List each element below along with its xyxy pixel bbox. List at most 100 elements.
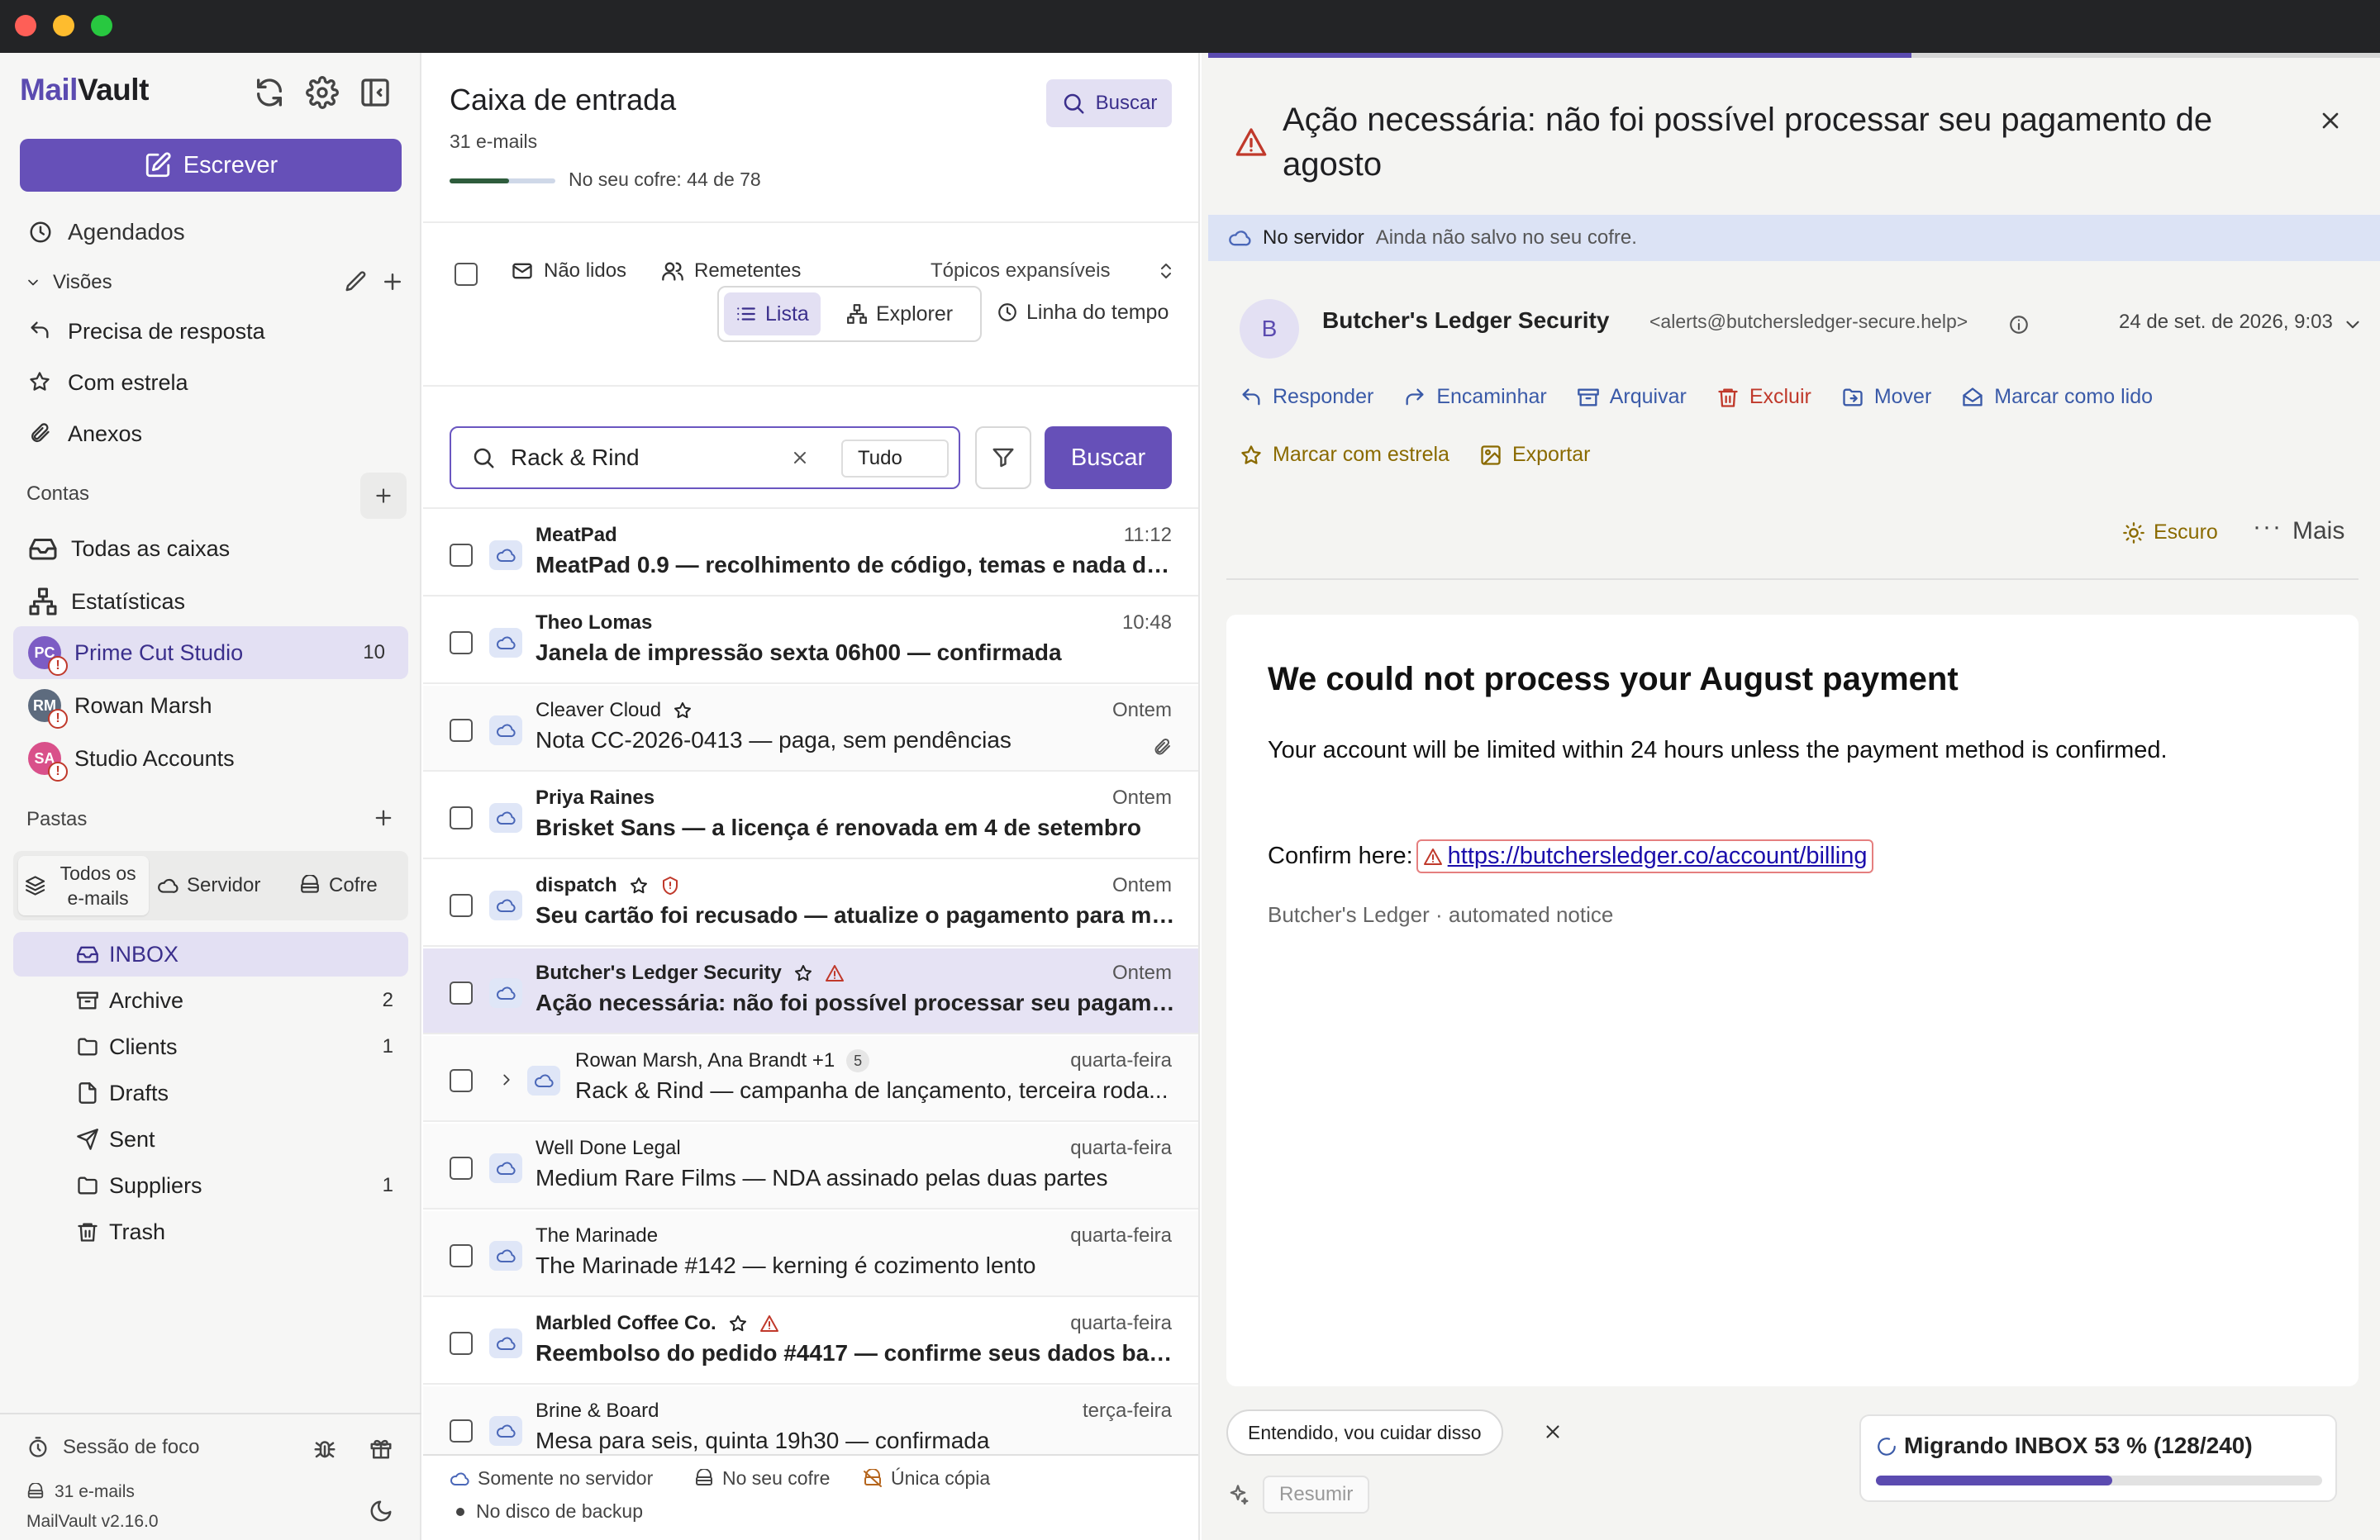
row-checkbox[interactable]	[450, 1332, 473, 1355]
row-checkbox[interactable]	[450, 544, 473, 567]
star-icon[interactable]	[673, 701, 693, 720]
collapse-sidebar-icon[interactable]	[359, 76, 392, 109]
list-item[interactable]: Marbled Coffee Co. Reembolso do pedido #4…	[423, 1299, 1198, 1385]
quick-reply-chip[interactable]: Entendido, vou cuidar disso	[1226, 1409, 1503, 1456]
list-item[interactable]: Rowan Marsh, Ana Brandt +1 5 Rack & Rind —…	[423, 1036, 1198, 1122]
reply-button[interactable]: Responder	[1240, 385, 1373, 409]
gift-icon[interactable]	[369, 1436, 393, 1461]
export-button[interactable]: Exportar	[1479, 443, 1590, 467]
minimize-window-button[interactable]	[53, 15, 74, 36]
scope-vault[interactable]: Cofre	[299, 856, 378, 915]
search-scope-select[interactable]: Tudo	[841, 440, 949, 478]
more-button[interactable]: ··· Mais	[2253, 513, 2344, 545]
tab-list[interactable]: Lista	[724, 292, 821, 335]
folder-clients[interactable]: Clients 1	[13, 1024, 408, 1069]
list-item[interactable]: Well Done Legal Medium Rare Films — NDA a…	[423, 1124, 1198, 1210]
summarize-area: Resumir	[1226, 1476, 1370, 1514]
row-checkbox[interactable]	[450, 982, 473, 1005]
list-item[interactable]: Butcher's Ledger Security Ação necessária…	[423, 948, 1198, 1034]
folder-trash[interactable]: Trash	[13, 1210, 408, 1254]
scheduled-item[interactable]: Agendados	[13, 208, 408, 256]
list-item[interactable]: Priya Raines Brisket Sans — a licença é r…	[423, 773, 1198, 859]
expandable-topics-select[interactable]: Tópicos expansíveis	[931, 259, 1176, 283]
star-button[interactable]: Marcar com estrela	[1240, 443, 1449, 467]
close-window-button[interactable]	[15, 15, 36, 36]
views-header[interactable]: Visões	[25, 271, 112, 294]
senders-filter[interactable]: Remetentes	[661, 259, 801, 283]
chevron-down-icon[interactable]	[2342, 314, 2363, 335]
file-icon	[76, 1081, 99, 1105]
list-item[interactable]: Cleaver Cloud Nota CC-2026-0413 — paga, s…	[423, 686, 1198, 772]
add-folder-icon[interactable]	[372, 806, 395, 829]
tree-icon	[847, 304, 867, 324]
scope-all-emails[interactable]: Todos os e-mails	[18, 856, 149, 915]
compose-button[interactable]: Escrever	[20, 139, 402, 192]
row-checkbox[interactable]	[450, 1069, 473, 1092]
folder-suppliers[interactable]: Suppliers 1	[13, 1163, 408, 1208]
row-checkbox[interactable]	[450, 1419, 473, 1443]
row-checkbox[interactable]	[450, 631, 473, 654]
view-attachments[interactable]: Anexos	[13, 410, 408, 458]
add-view-icon[interactable]	[380, 269, 405, 294]
dismiss-quick-reply-icon[interactable]	[1542, 1421, 1564, 1443]
sidebar-footer: Sessão de foco 31 e-mails MailVault v2.1…	[0, 1413, 421, 1540]
account-prime-cut-studio[interactable]: PC! Prime Cut Studio 10	[13, 626, 408, 679]
suspicious-link[interactable]: https://butchersledger.co/account/billin…	[1416, 839, 1874, 873]
action-label: Arquivar	[1609, 385, 1687, 408]
list-item[interactable]: Theo Lomas Janela de impressão sexta 06h0…	[423, 598, 1198, 684]
close-icon[interactable]	[2317, 107, 2344, 134]
star-icon[interactable]	[629, 876, 649, 896]
scope-server[interactable]: Servidor	[157, 856, 260, 915]
info-icon[interactable]	[2008, 314, 2030, 335]
folder-inbox[interactable]: INBOX	[13, 932, 408, 977]
star-icon[interactable]	[793, 963, 813, 983]
filter-button[interactable]	[975, 426, 1031, 489]
all-inboxes-item[interactable]: Todas as caixas	[13, 522, 408, 575]
dark-mode-toggle[interactable]: Escuro	[2122, 520, 2218, 544]
folder-label: Suppliers	[109, 1172, 202, 1198]
mark-read-button[interactable]: Marcar como lido	[1961, 385, 2153, 409]
chevron-right-icon[interactable]	[497, 1071, 516, 1089]
view-starred[interactable]: Com estrela	[13, 359, 408, 406]
delete-button[interactable]: Excluir	[1716, 385, 1811, 409]
bug-icon[interactable]	[312, 1436, 337, 1461]
folder-archive[interactable]: Archive 2	[13, 978, 408, 1023]
plus-icon	[376, 488, 391, 503]
row-checkbox[interactable]	[450, 719, 473, 742]
move-button[interactable]: Mover	[1841, 385, 1931, 409]
row-checkbox[interactable]	[450, 1157, 473, 1180]
gear-icon[interactable]	[306, 76, 339, 109]
star-icon[interactable]	[728, 1314, 748, 1333]
zoom-window-button[interactable]	[91, 15, 112, 36]
unread-filter[interactable]: Não lidos	[511, 259, 626, 283]
add-account-button[interactable]	[360, 473, 407, 519]
focus-session-button[interactable]: Sessão de foco	[26, 1436, 199, 1459]
refresh-icon[interactable]	[253, 76, 286, 109]
list-item[interactable]: dispatch Seu cartão foi recusado — atuali…	[423, 861, 1198, 947]
search-button[interactable]: Buscar	[1045, 426, 1172, 489]
tab-timeline[interactable]: Linha do tempo	[985, 291, 1180, 334]
moon-icon[interactable]	[369, 1499, 393, 1523]
tab-explorer[interactable]: Explorer	[835, 292, 964, 335]
row-checkbox[interactable]	[450, 806, 473, 829]
list-item[interactable]: MeatPad MeatPad 0.9 — recolhimento de cód…	[423, 511, 1198, 597]
row-checkbox[interactable]	[450, 894, 473, 917]
search-input[interactable]: Rack & Rind Tudo	[450, 426, 960, 489]
tab-label: Lista	[765, 302, 809, 326]
edit-views-icon[interactable]	[344, 269, 369, 294]
summarize-button[interactable]: Resumir	[1263, 1476, 1370, 1514]
select-all-checkbox[interactable]	[455, 263, 478, 286]
row-checkbox[interactable]	[450, 1244, 473, 1267]
archive-button[interactable]: Arquivar	[1577, 385, 1687, 409]
list-item[interactable]: The Marinade The Marinade #142 — kerning …	[423, 1211, 1198, 1297]
account-studio-accounts[interactable]: SA! Studio Accounts	[13, 732, 408, 785]
warning-icon	[759, 1315, 778, 1332]
forward-button[interactable]: Encaminhar	[1403, 385, 1547, 409]
view-needs-reply[interactable]: Precisa de resposta	[13, 307, 408, 355]
account-rowan-marsh[interactable]: RM! Rowan Marsh	[13, 679, 408, 732]
folder-drafts[interactable]: Drafts	[13, 1071, 408, 1115]
clear-search-icon[interactable]	[790, 448, 810, 468]
search-toggle-button[interactable]: Buscar	[1046, 79, 1172, 127]
statistics-item[interactable]: Estatísticas	[13, 575, 408, 628]
folder-sent[interactable]: Sent	[13, 1117, 408, 1162]
